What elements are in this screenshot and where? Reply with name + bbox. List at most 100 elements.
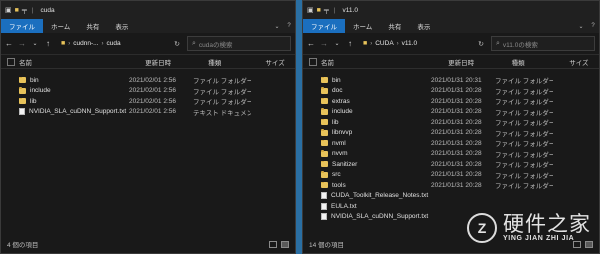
- chevron-down-icon[interactable]: ⌄: [31, 40, 39, 47]
- list-item[interactable]: EULA.txt: [303, 201, 599, 212]
- list-item[interactable]: include 2021/02/01 2:56 ファイル フォルダー: [1, 86, 295, 97]
- refresh-icon[interactable]: ↻: [172, 40, 182, 48]
- tab-view[interactable]: 表示: [409, 19, 438, 33]
- breadcrumb[interactable]: ■ › cudnn-... › cuda: [57, 36, 167, 51]
- chevron-down-icon[interactable]: ⌄: [575, 19, 587, 33]
- help-icon[interactable]: ?: [587, 19, 599, 33]
- item-date: 2021/01/31 20:28: [431, 139, 482, 147]
- item-type: ファイル フォルダー: [495, 99, 553, 107]
- chevron-right-icon[interactable]: ›: [397, 41, 399, 47]
- address-bar: ← → ⌄ ↑ ■ › CUDA › v11.0 ↻ ⌕ v11.0の検索: [303, 33, 599, 55]
- item-date: 2021/02/01 2:56: [129, 87, 176, 95]
- breadcrumb-item[interactable]: CUDA: [375, 40, 393, 47]
- back-icon[interactable]: ←: [307, 39, 315, 48]
- column-date[interactable]: 更新日時: [145, 57, 208, 67]
- search-input[interactable]: ⌕ v11.0の検索: [491, 36, 595, 51]
- folder-icon[interactable]: ■: [15, 7, 19, 14]
- list-item[interactable]: Sanitizer 2021/01/31 20:28 ファイル フォルダー: [303, 159, 599, 170]
- item-type: ファイル フォルダー: [193, 88, 251, 96]
- folder-icon[interactable]: ■: [317, 7, 321, 14]
- list-item[interactable]: lib 2021/02/01 2:56 ファイル フォルダー: [1, 96, 295, 107]
- help-icon[interactable]: ?: [283, 19, 295, 33]
- tab-share[interactable]: 共有: [380, 19, 409, 33]
- up-icon[interactable]: ↑: [346, 39, 354, 48]
- search-input[interactable]: ⌕ cudaの検索: [187, 36, 291, 51]
- refresh-icon[interactable]: ↻: [476, 40, 486, 48]
- column-size[interactable]: サイズ: [569, 57, 599, 67]
- up-icon[interactable]: ↑: [44, 39, 52, 48]
- column-date[interactable]: 更新日時: [448, 57, 512, 67]
- tab-home[interactable]: ホーム: [345, 19, 380, 33]
- list-item[interactable]: extras 2021/01/31 20:28 ファイル フォルダー: [303, 96, 599, 107]
- chevron-right-icon[interactable]: ›: [68, 41, 70, 47]
- folder-icon: [321, 150, 328, 157]
- list-item[interactable]: bin 2021/02/01 2:56 ファイル フォルダー: [1, 75, 295, 86]
- forward-icon[interactable]: →: [18, 39, 26, 48]
- tab-file[interactable]: ファイル: [1, 19, 43, 33]
- item-date: 2021/01/31 20:28: [431, 87, 482, 95]
- column-type[interactable]: 種類: [208, 57, 265, 67]
- folder-icon: [321, 171, 328, 178]
- list-item[interactable]: NVIDIA_SLA_cuDNN_Support.txt 2021/02/01 2…: [1, 107, 295, 118]
- folder-icon: [19, 87, 26, 94]
- item-name: bin: [30, 76, 39, 84]
- breadcrumb[interactable]: ■ › CUDA › v11.0: [359, 36, 471, 51]
- list-item[interactable]: nvml 2021/01/31 20:28 ファイル フォルダー: [303, 138, 599, 149]
- item-date: 2021/01/31 20:28: [431, 97, 482, 105]
- save-icon[interactable]: ▣: [5, 6, 12, 14]
- breadcrumb-item[interactable]: cuda: [107, 40, 121, 47]
- details-view-icon[interactable]: [269, 240, 277, 248]
- forward-icon[interactable]: →: [320, 39, 328, 48]
- breadcrumb-item[interactable]: v11.0: [402, 40, 417, 47]
- watermark-title: 硬件之家: [503, 212, 591, 237]
- pin-icon[interactable]: ╤: [324, 7, 329, 14]
- list-item[interactable]: nvvm 2021/01/31 20:28 ファイル フォルダー: [303, 149, 599, 160]
- select-all-checkbox[interactable]: [7, 57, 15, 66]
- folder-icon: ■: [363, 40, 368, 47]
- save-icon[interactable]: ▣: [307, 6, 314, 14]
- folder-icon: [321, 108, 328, 115]
- search-placeholder: cudaの検索: [198, 41, 233, 49]
- chevron-down-icon[interactable]: ⌄: [271, 19, 283, 33]
- search-placeholder: v11.0の検索: [502, 41, 538, 49]
- search-icon: ⌕: [496, 39, 500, 47]
- item-type: ファイル フォルダー: [495, 78, 553, 86]
- back-icon[interactable]: ←: [5, 39, 13, 48]
- tab-home[interactable]: ホーム: [43, 19, 78, 33]
- list-item[interactable]: src 2021/01/31 20:28 ファイル フォルダー: [303, 170, 599, 181]
- item-name: include: [30, 87, 51, 95]
- item-type: ファイル フォルダー: [495, 162, 553, 170]
- item-type: ファイル フォルダー: [495, 130, 553, 138]
- folder-icon: [321, 76, 328, 84]
- pin-icon[interactable]: ╤: [22, 7, 27, 14]
- file-rows: bin 2021/01/31 20:31 ファイル フォルダー doc 2021/01/…: [303, 69, 599, 222]
- column-type[interactable]: 種類: [512, 57, 570, 67]
- list-item[interactable]: include 2021/01/31 20:28 ファイル フォルダー: [303, 107, 599, 118]
- item-date: 2021/01/31 20:28: [431, 171, 482, 179]
- list-item[interactable]: CUDA_Toolkit_Release_Notes.txt: [303, 191, 599, 202]
- breadcrumb-item[interactable]: cudnn-...: [73, 40, 98, 47]
- chevron-right-icon[interactable]: ›: [102, 41, 104, 47]
- column-size[interactable]: サイズ: [265, 57, 295, 67]
- list-item[interactable]: bin 2021/01/31 20:31 ファイル フォルダー: [303, 75, 599, 86]
- large-icons-view-icon[interactable]: [281, 240, 289, 248]
- tab-view[interactable]: 表示: [107, 19, 136, 33]
- list-item[interactable]: doc 2021/01/31 20:28 ファイル フォルダー: [303, 86, 599, 97]
- column-name[interactable]: 名前: [321, 57, 448, 67]
- item-type: ファイル フォルダー: [495, 88, 553, 96]
- item-date: 2021/01/31 20:28: [431, 181, 482, 189]
- list-item[interactable]: libnvvp 2021/01/31 20:28 ファイル フォルダー: [303, 128, 599, 139]
- select-all-checkbox[interactable]: [309, 57, 317, 66]
- item-type: ファイル フォルダー: [495, 141, 553, 149]
- column-name[interactable]: 名前: [19, 57, 145, 67]
- list-item[interactable]: lib 2021/01/31 20:28 ファイル フォルダー: [303, 117, 599, 128]
- tab-file[interactable]: ファイル: [303, 19, 345, 33]
- chevron-down-icon[interactable]: ⌄: [333, 40, 341, 47]
- column-header: 名前 更新日時 種類 サイズ: [303, 55, 599, 69]
- item-name: nvvm: [332, 150, 348, 158]
- tab-share[interactable]: 共有: [78, 19, 107, 33]
- chevron-right-icon[interactable]: ›: [370, 41, 372, 47]
- list-item[interactable]: tools 2021/01/31 20:28 ファイル フォルダー: [303, 180, 599, 191]
- watermark-subtitle: YING JIAN ZHI JIA: [503, 235, 575, 243]
- item-name: NVIDIA_SLA_cuDNN_Support.txt: [331, 213, 429, 221]
